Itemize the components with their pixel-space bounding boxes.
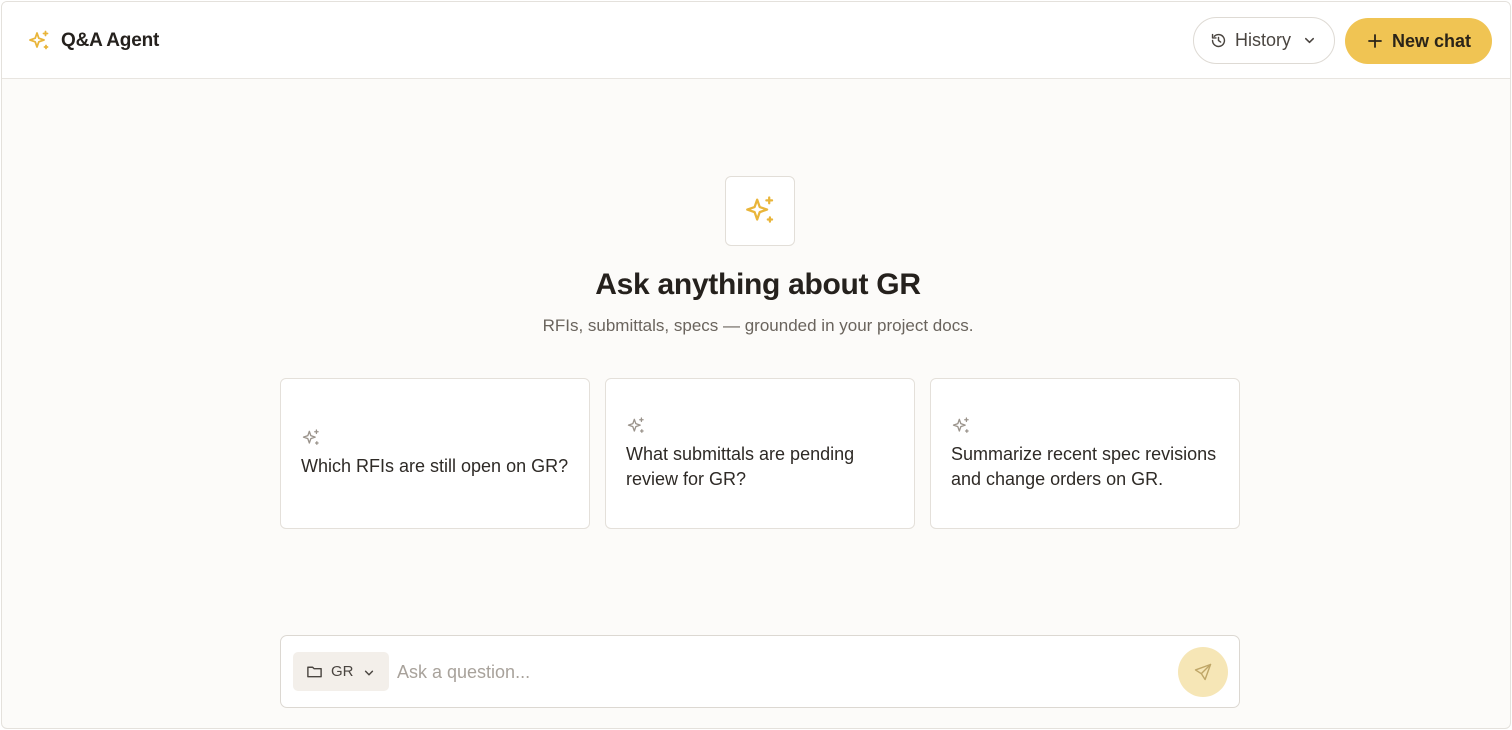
hero-sparkles-tile xyxy=(725,176,795,246)
sparkles-icon xyxy=(27,29,51,53)
history-button[interactable]: History xyxy=(1193,17,1335,64)
history-button-label: History xyxy=(1235,30,1292,50)
sparkles-icon xyxy=(951,416,971,436)
sparkles-icon xyxy=(301,428,321,448)
new-chat-button[interactable]: New chat xyxy=(1345,18,1492,64)
app-title: Q&A Agent xyxy=(61,30,160,51)
question-input[interactable] xyxy=(397,654,1167,690)
sparkles-icon xyxy=(626,416,646,436)
suggestion-text: Summarize recent spec revisions and chan… xyxy=(951,443,1217,489)
new-chat-button-label: New chat xyxy=(1392,30,1472,51)
top-bar: Q&A Agent History New chat xyxy=(2,2,1510,79)
send-icon xyxy=(1194,663,1212,681)
suggestion-card[interactable]: Summarize recent spec revisions and chan… xyxy=(930,378,1240,529)
send-button[interactable] xyxy=(1178,647,1228,697)
suggestion-text: Which RFIs are still open on GR? xyxy=(301,456,569,476)
hero-title: Ask anything about GR xyxy=(595,268,921,301)
project-scope-selector[interactable]: GR xyxy=(293,652,389,691)
sparkles-icon xyxy=(746,196,774,223)
plus-icon xyxy=(1367,33,1383,49)
suggestion-card[interactable]: What submittals are pending review for G… xyxy=(605,378,915,529)
suggestion-card[interactable]: Which RFIs are still open on GR? xyxy=(280,378,590,529)
chevron-down-icon xyxy=(1303,34,1316,47)
suggestion-text: What submittals are pending review for G… xyxy=(626,443,855,489)
chevron-down-icon xyxy=(363,666,375,678)
folder-icon xyxy=(306,663,323,680)
project-scope-label: GR xyxy=(331,663,354,680)
hero-subtitle: RFIs, submittals, specs — grounded in yo… xyxy=(542,316,974,335)
brand: Q&A Agent xyxy=(27,28,159,54)
chat-composer: GR xyxy=(280,635,1240,708)
history-icon xyxy=(1210,32,1227,49)
app-window: Q&A Agent History New chat Ask anything … xyxy=(1,1,1511,729)
